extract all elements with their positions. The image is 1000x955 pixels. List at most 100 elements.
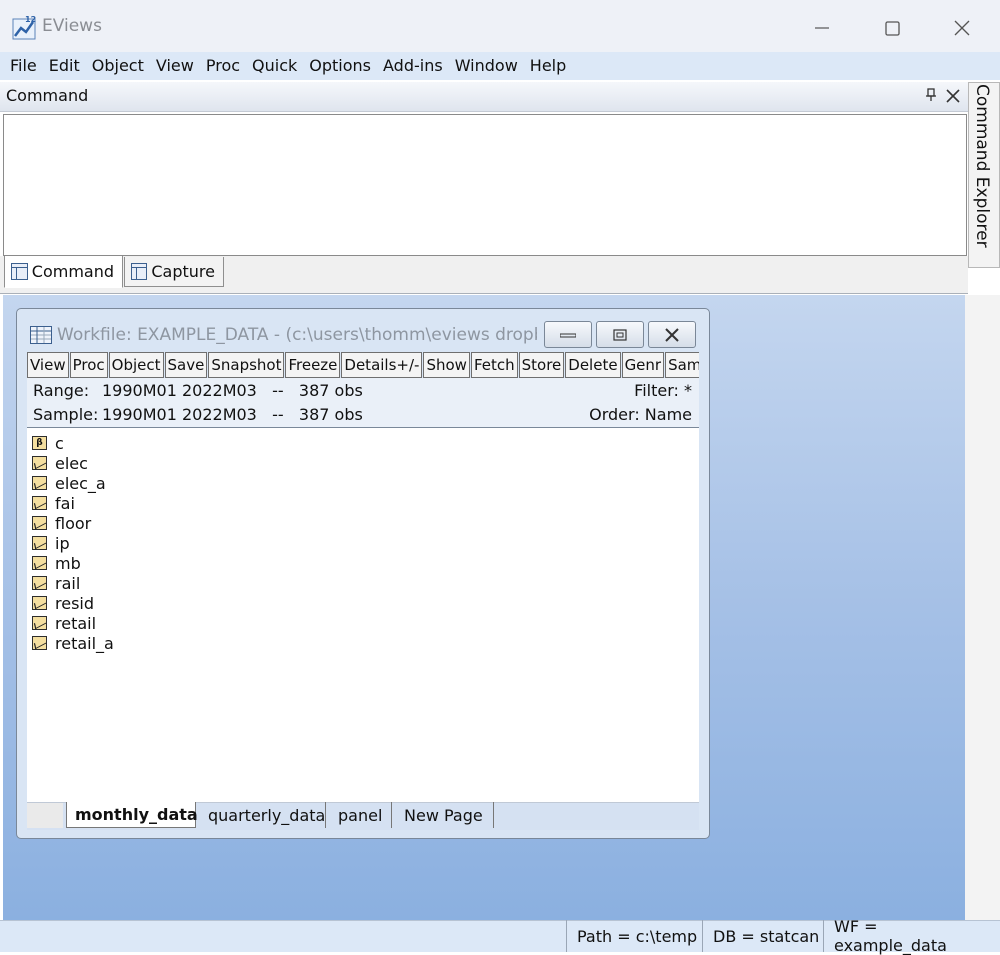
menu-quick[interactable]: Quick: [246, 53, 303, 79]
workfile-title: Workfile: EXAMPLE_DATA - (c:\users\thomm…: [57, 325, 537, 345]
tab-command-label: Command: [31, 262, 114, 281]
proc-button[interactable]: Proc: [69, 352, 108, 378]
menu-options[interactable]: Options: [303, 53, 377, 79]
eviews-logo-icon: 12: [12, 14, 38, 40]
close-icon: [954, 20, 970, 36]
list-item[interactable]: elec: [32, 453, 88, 473]
capture-window-icon: [131, 263, 148, 280]
workfile-minimize-button[interactable]: [544, 321, 592, 348]
list-item[interactable]: β c: [32, 433, 64, 453]
range-label[interactable]: Range:: [33, 381, 89, 400]
workfile-toolbar: View Proc Object Save Snapshot Freeze De…: [27, 352, 699, 378]
object-name: elec: [55, 453, 88, 473]
object-name: rail: [55, 573, 81, 593]
list-item[interactable]: retail_a: [32, 633, 114, 653]
list-item[interactable]: floor: [32, 513, 91, 533]
minimize-icon: [815, 27, 829, 29]
genr-button[interactable]: Genr: [621, 352, 665, 378]
list-item[interactable]: ip: [32, 533, 70, 553]
pin-icon[interactable]: [925, 88, 937, 106]
restore-icon: [613, 328, 627, 341]
page-tab-new-page[interactable]: New Page: [396, 802, 494, 828]
sample-value[interactable]: 1990M01 2022M03 -- 387 obs: [102, 405, 363, 424]
close-button[interactable]: [932, 10, 992, 46]
series-icon: [32, 636, 47, 650]
list-item[interactable]: retail: [32, 613, 96, 633]
sample-button[interactable]: Sam: [665, 352, 699, 378]
object-button[interactable]: Object: [108, 352, 164, 378]
store-button[interactable]: Store: [518, 352, 565, 378]
series-icon: [32, 496, 47, 510]
series-icon: [32, 536, 47, 550]
maximize-button[interactable]: [862, 10, 922, 46]
page-tab-monthly-data[interactable]: monthly_data: [66, 802, 198, 828]
minimize-button[interactable]: [792, 10, 852, 46]
command-input[interactable]: [3, 114, 967, 256]
command-window-icon: [11, 263, 28, 280]
status-path[interactable]: Path = c:\temp: [566, 920, 707, 952]
object-name: floor: [55, 513, 92, 533]
menu-edit[interactable]: Edit: [43, 53, 86, 79]
list-item[interactable]: mb: [32, 553, 81, 573]
object-name: c: [55, 433, 64, 453]
tab-capture-label: Capture: [151, 262, 215, 281]
page-tab-panel[interactable]: panel: [330, 802, 392, 828]
list-item[interactable]: rail: [32, 573, 80, 593]
menu-proc[interactable]: Proc: [200, 53, 246, 79]
object-name: fai: [55, 493, 75, 513]
list-item[interactable]: fai: [32, 493, 75, 513]
sample-label[interactable]: Sample:: [33, 405, 98, 424]
menu-add-ins[interactable]: Add-ins: [377, 53, 449, 79]
tab-capture[interactable]: Capture: [124, 257, 224, 287]
snapshot-button[interactable]: Snapshot: [208, 352, 285, 378]
app-title: EViews: [42, 16, 102, 36]
command-pane-header: [0, 82, 968, 112]
logo-version-label: 12: [25, 15, 36, 24]
list-item[interactable]: elec_a: [32, 473, 106, 493]
minimize-icon: [560, 333, 576, 337]
series-icon: [32, 616, 47, 630]
object-name: retail: [55, 613, 97, 633]
status-wf[interactable]: WF = example_data: [823, 917, 1000, 955]
page-tab-scroll[interactable]: [27, 803, 63, 828]
maximize-icon: [884, 20, 900, 36]
details-button[interactable]: Details+/-: [341, 352, 423, 378]
page-tab-quarterly-data[interactable]: quarterly_data: [200, 802, 326, 828]
menu-help[interactable]: Help: [524, 53, 572, 79]
object-name: resid: [55, 593, 95, 613]
menu-object[interactable]: Object: [86, 53, 150, 79]
series-icon: [32, 456, 47, 470]
fetch-button[interactable]: Fetch: [470, 352, 518, 378]
object-list: [27, 428, 699, 802]
menu-file[interactable]: File: [4, 53, 43, 79]
series-icon: [32, 476, 47, 490]
right-panel-strip: [965, 295, 1000, 920]
object-name: retail_a: [55, 633, 114, 653]
command-explorer-label: Command Explorer: [972, 84, 992, 248]
workfile-restore-button[interactable]: [596, 321, 644, 348]
show-button[interactable]: Show: [423, 352, 470, 378]
series-icon: [32, 596, 47, 610]
object-name: elec_a: [55, 473, 106, 493]
command-pane-title: Command: [6, 86, 89, 105]
save-button[interactable]: Save: [164, 352, 208, 378]
list-item[interactable]: resid: [32, 593, 94, 613]
menu-window[interactable]: Window: [449, 53, 524, 79]
series-icon: [32, 516, 47, 530]
menu-view[interactable]: View: [150, 53, 200, 79]
workfile-close-button[interactable]: [648, 321, 696, 348]
menu-bar: File Edit Object View Proc Quick Options…: [0, 52, 1000, 80]
coefficient-icon: β: [32, 436, 47, 450]
range-value[interactable]: 1990M01 2022M03 -- 387 obs: [102, 381, 363, 400]
status-db[interactable]: DB = statcan: [702, 920, 829, 952]
close-icon: [665, 327, 679, 342]
object-name: mb: [55, 553, 81, 573]
delete-button[interactable]: Delete: [565, 352, 621, 378]
command-pane-close-icon[interactable]: [946, 84, 960, 108]
order-text[interactable]: Order: Name: [589, 405, 692, 424]
filter-text[interactable]: Filter: *: [634, 381, 692, 400]
object-name: ip: [55, 533, 70, 553]
view-button[interactable]: View: [27, 352, 69, 378]
freeze-button[interactable]: Freeze: [285, 352, 341, 378]
tab-command[interactable]: Command: [4, 256, 123, 288]
